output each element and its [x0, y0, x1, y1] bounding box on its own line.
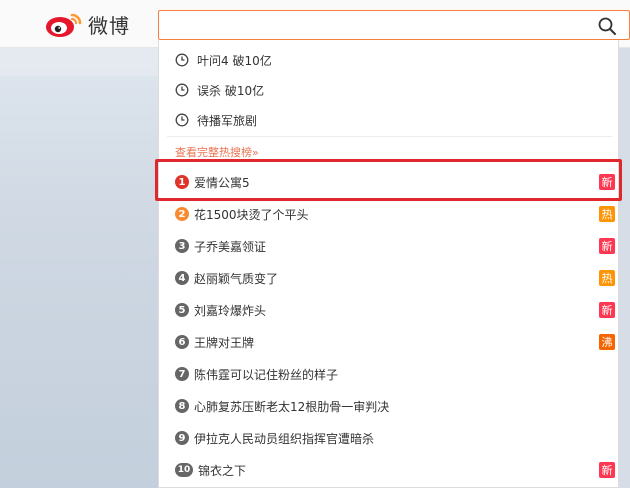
- hot-item-label: 心肺复苏压断老太12根肋骨一审判决: [194, 399, 390, 414]
- hot-item[interactable]: 10 锦衣之下 新: [175, 459, 615, 481]
- hot-badge: 热: [599, 206, 615, 222]
- hot-item[interactable]: 9 伊拉克人民动员组织指挥官遭暗杀: [175, 427, 615, 449]
- rank-badge: 7: [175, 367, 189, 381]
- clock-icon: [175, 53, 189, 67]
- hot-item-label: 伊拉克人民动员组织指挥官遭暗杀: [194, 431, 375, 446]
- selection-highlight: [155, 159, 622, 201]
- divider: [167, 136, 612, 137]
- page-background-right: [618, 48, 630, 488]
- hot-item[interactable]: 5 刘嘉玲爆炸头 新: [175, 299, 615, 321]
- boil-badge: 沸: [599, 334, 615, 350]
- hot-item-label: 花1500块烫了个平头: [194, 207, 309, 222]
- hot-item-label: 王牌对王牌: [194, 335, 255, 350]
- hot-item-label: 锦衣之下: [198, 463, 247, 478]
- hot-item[interactable]: 2 花1500块烫了个平头 热: [175, 203, 615, 225]
- full-hot-list-link[interactable]: 查看完整热搜榜»: [175, 144, 259, 160]
- hot-badge: 热: [599, 270, 615, 286]
- clock-icon: [175, 83, 189, 97]
- rank-badge: 2: [175, 207, 189, 221]
- rank-badge: 8: [175, 399, 189, 413]
- hot-item-label: 子乔美嘉领证: [194, 239, 267, 254]
- search-icon[interactable]: [597, 16, 617, 36]
- history-item-label: 叶问4 破10亿: [197, 53, 272, 68]
- history-item-label: 误杀 破10亿: [197, 83, 265, 98]
- weibo-logo-icon: [46, 13, 82, 37]
- rank-badge: 9: [175, 431, 189, 445]
- page-background: [0, 48, 158, 488]
- hot-item[interactable]: 7 陈伟霆可以记住粉丝的样子: [175, 363, 615, 385]
- hot-item[interactable]: 3 子乔美嘉领证 新: [175, 235, 615, 257]
- logo-text: 微博: [88, 13, 130, 38]
- hot-item-label: 陈伟霆可以记住粉丝的样子: [194, 367, 339, 382]
- rank-badge: 5: [175, 303, 189, 317]
- rank-badge: 6: [175, 335, 189, 349]
- search-input[interactable]: [158, 10, 630, 40]
- hot-item[interactable]: 4 赵丽颖气质变了 热: [175, 267, 615, 289]
- new-badge: 新: [599, 302, 615, 318]
- history-item-label: 待播军旅剧: [197, 113, 258, 128]
- hot-item-label: 刘嘉玲爆炸头: [194, 303, 267, 318]
- rank-badge: 3: [175, 239, 189, 253]
- weibo-logo[interactable]: 微博: [44, 9, 134, 39]
- new-badge: 新: [599, 238, 615, 254]
- search-dropdown: 叶问4 破10亿 误杀 破10亿 待播军旅剧 查看完整热搜榜» 1 爱情公寓5 …: [158, 40, 619, 488]
- history-item[interactable]: 叶问4 破10亿: [175, 49, 272, 71]
- page-background-strip: [0, 48, 158, 76]
- history-item[interactable]: 待播军旅剧: [175, 109, 257, 131]
- clock-icon: [175, 113, 189, 127]
- rank-badge: 10: [175, 463, 193, 477]
- hot-item[interactable]: 8 心肺复苏压断老太12根肋骨一审判决: [175, 395, 615, 417]
- hot-item-label: 赵丽颖气质变了: [194, 271, 279, 286]
- new-badge: 新: [599, 462, 615, 478]
- history-item[interactable]: 误杀 破10亿: [175, 79, 264, 101]
- rank-badge: 4: [175, 271, 189, 285]
- hot-item[interactable]: 6 王牌对王牌 沸: [175, 331, 615, 353]
